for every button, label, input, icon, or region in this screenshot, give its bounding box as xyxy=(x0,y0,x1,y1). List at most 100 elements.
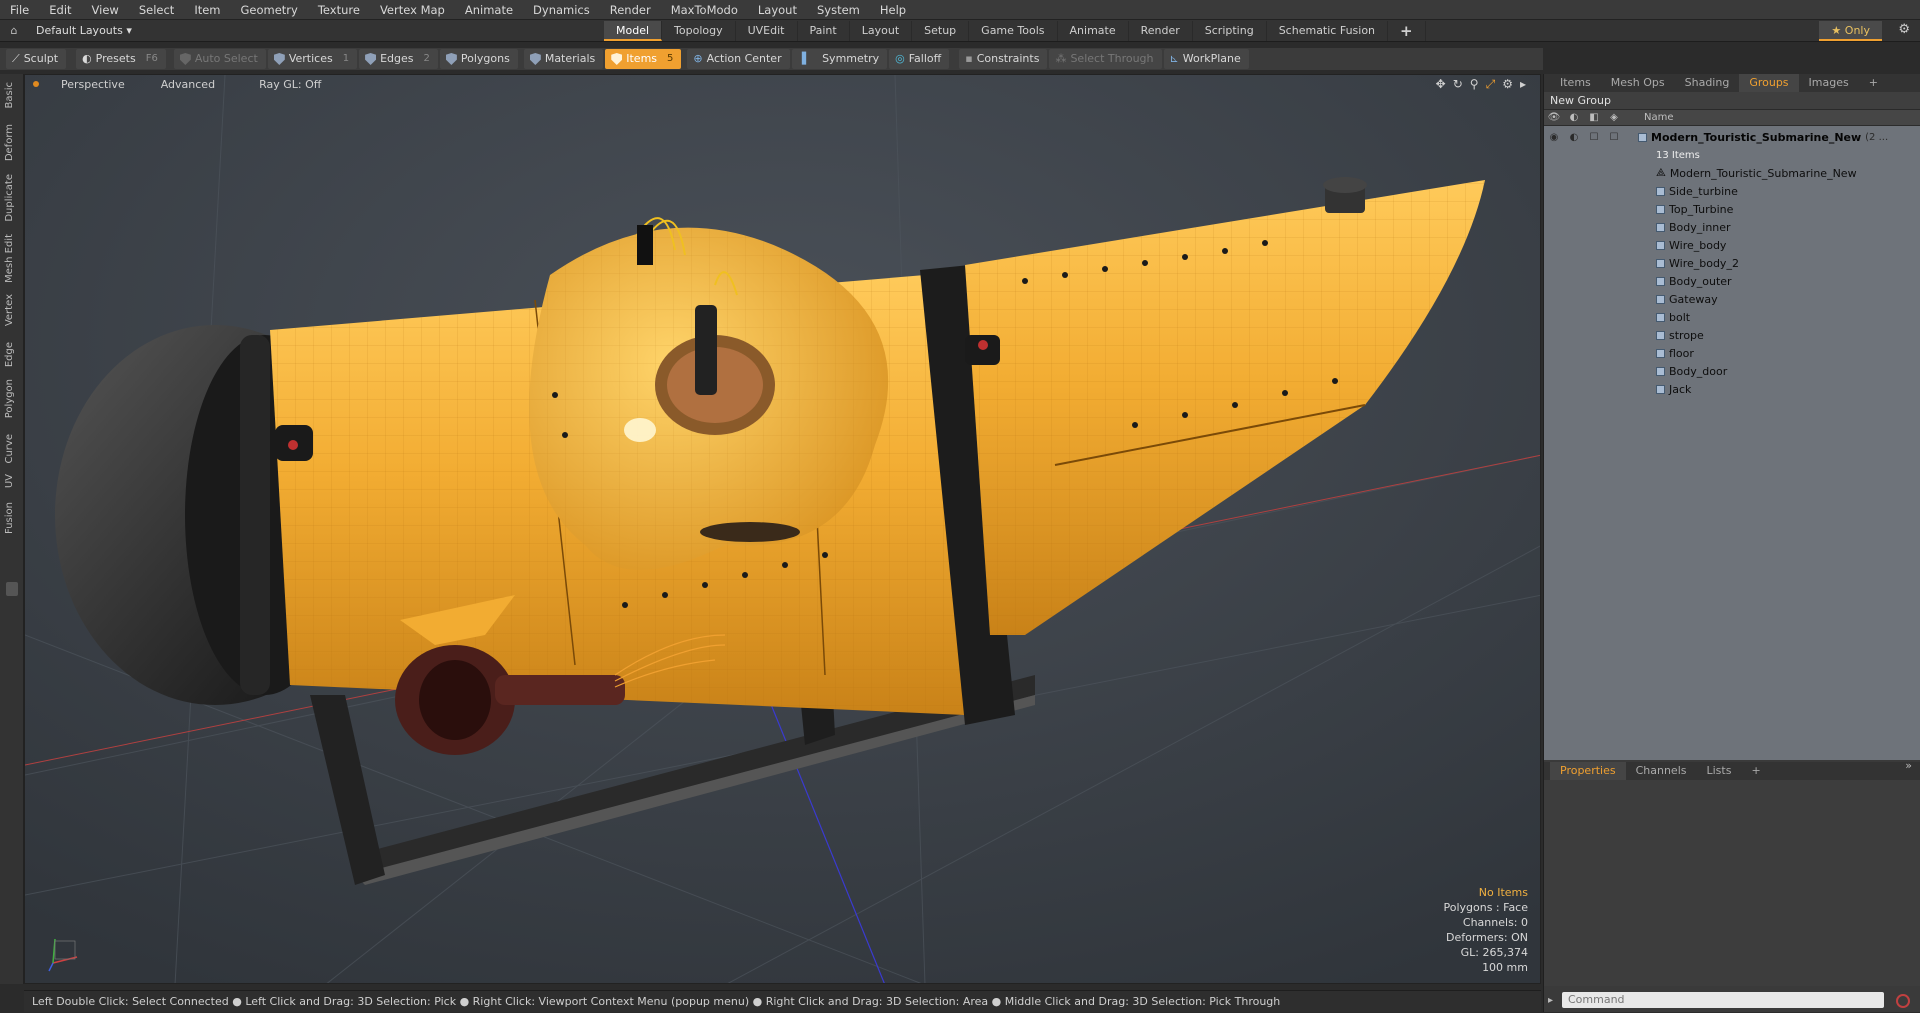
lock-icon[interactable]: ◐ xyxy=(1564,132,1584,143)
only-button[interactable]: ★ Only xyxy=(1819,21,1882,41)
list-item[interactable]: strope xyxy=(1544,326,1920,344)
select-through-button[interactable]: ⁂ Select Through xyxy=(1049,49,1162,69)
menu-texture[interactable]: Texture xyxy=(308,3,370,17)
tab-paint[interactable]: Paint xyxy=(798,21,850,41)
render-toggle[interactable]: ☐ xyxy=(1584,132,1604,143)
tab-mesh-edit[interactable]: Mesh Edit xyxy=(4,234,20,283)
list-item[interactable]: bolt xyxy=(1544,308,1920,326)
menu-layout[interactable]: Layout xyxy=(748,3,807,17)
tab-schematic-fusion[interactable]: Schematic Fusion xyxy=(1267,21,1389,41)
layouts-dropdown[interactable]: Default Layouts ▾ xyxy=(28,24,148,37)
menu-geometry[interactable]: Geometry xyxy=(231,3,308,17)
pan-icon[interactable]: ✥ xyxy=(1436,77,1446,92)
panel-tab-mesh-ops[interactable]: Mesh Ops xyxy=(1601,74,1675,92)
tab-edge[interactable]: Edge xyxy=(4,342,20,367)
add-tab-button[interactable]: + xyxy=(1388,21,1426,41)
menu-edit[interactable]: Edit xyxy=(39,3,81,17)
eye-column-icon[interactable]: 👁 xyxy=(1544,112,1564,123)
action-center-button[interactable]: ⊕ Action Center xyxy=(687,49,790,69)
bottom-add-tab-button[interactable]: + xyxy=(1741,762,1770,780)
menu-view[interactable]: View xyxy=(82,3,129,17)
list-item[interactable]: Jack xyxy=(1544,380,1920,398)
tab-duplicate[interactable]: Duplicate xyxy=(4,174,20,222)
auto-select-button[interactable]: Auto Select xyxy=(173,49,266,69)
tab-vertex[interactable]: Vertex xyxy=(4,294,20,326)
maximize-icon[interactable]: ⤢ xyxy=(1486,77,1496,92)
items-button[interactable]: Items 5 xyxy=(605,49,682,69)
tab-game-tools[interactable]: Game Tools xyxy=(969,21,1058,41)
workplane-button[interactable]: ⊾ WorkPlane xyxy=(1163,49,1249,69)
tab-uvedit[interactable]: UVEdit xyxy=(736,21,798,41)
edges-button[interactable]: Edges 2 xyxy=(359,49,438,69)
constraints-button[interactable]: ▪ Constraints xyxy=(959,49,1048,69)
tab-setup[interactable]: Setup xyxy=(912,21,970,41)
tab-basic[interactable]: Basic xyxy=(4,82,20,108)
panel-tab-items[interactable]: Items xyxy=(1550,74,1601,92)
panel-tab-channels[interactable]: Channels xyxy=(1626,762,1697,780)
viewport-settings-icon[interactable]: ⚙ xyxy=(1502,77,1513,92)
menu-animate[interactable]: Animate xyxy=(455,3,523,17)
panel-tab-groups[interactable]: Groups xyxy=(1739,74,1799,92)
tab-model[interactable]: Model xyxy=(604,21,663,41)
tab-animate[interactable]: Animate xyxy=(1058,21,1129,41)
name-column-header[interactable]: Name xyxy=(1644,112,1674,123)
visibility-eye-icon[interactable]: ◉ xyxy=(1544,132,1564,143)
view-perspective-dropdown[interactable]: Perspective xyxy=(43,78,143,91)
tab-scripting[interactable]: Scripting xyxy=(1193,21,1267,41)
collapse-handle[interactable] xyxy=(6,582,18,596)
tab-render[interactable]: Render xyxy=(1129,21,1193,41)
list-item[interactable]: ⟁ Modern_Touristic_Submarine_New xyxy=(1544,164,1920,182)
command-input[interactable]: Command xyxy=(1562,992,1884,1008)
polygons-button[interactable]: Polygons xyxy=(439,49,518,69)
falloff-button[interactable]: ◎ Falloff xyxy=(889,49,950,69)
materials-button[interactable]: Materials xyxy=(523,49,604,69)
list-item[interactable]: Body_outer xyxy=(1544,272,1920,290)
menu-select[interactable]: Select xyxy=(129,3,184,17)
list-item[interactable]: Side_turbine xyxy=(1544,182,1920,200)
home-icon[interactable]: ⌂ xyxy=(0,24,28,37)
lock-column-icon[interactable]: ◐ xyxy=(1564,112,1584,123)
gear-icon[interactable]: ⚙ xyxy=(1898,22,1910,37)
panel-add-tab-button[interactable]: + xyxy=(1859,74,1888,92)
tab-uv[interactable]: UV xyxy=(4,474,20,488)
raygl-dropdown[interactable]: Ray GL: Off xyxy=(241,78,339,91)
vertices-button[interactable]: Vertices 1 xyxy=(267,49,358,69)
list-item[interactable]: Gateway xyxy=(1544,290,1920,308)
tab-deform[interactable]: Deform xyxy=(4,124,20,161)
tab-curve[interactable]: Curve xyxy=(4,434,20,464)
rotate-icon[interactable]: ↻ xyxy=(1453,77,1463,92)
menu-dynamics[interactable]: Dynamics xyxy=(523,3,600,17)
tab-topology[interactable]: Topology xyxy=(662,21,736,41)
presets-button[interactable]: ◐ Presets F6 xyxy=(76,49,166,69)
list-item[interactable]: Body_inner xyxy=(1544,218,1920,236)
view-mode-dropdown[interactable]: Advanced xyxy=(143,78,233,91)
tab-fusion[interactable]: Fusion xyxy=(4,502,20,534)
select-column-icon[interactable]: ◈ xyxy=(1604,112,1624,123)
new-group-button[interactable]: New Group xyxy=(1544,92,1920,110)
tab-polygon[interactable]: Polygon xyxy=(4,379,20,418)
menu-file[interactable]: File xyxy=(0,3,39,17)
viewport-arrow-icon[interactable]: ▸ xyxy=(1520,77,1526,92)
tab-layout[interactable]: Layout xyxy=(850,21,913,41)
menu-maxtomodo[interactable]: MaxToModo xyxy=(661,3,748,17)
zoom-icon[interactable]: ⚲ xyxy=(1470,77,1479,92)
panel-tab-images[interactable]: Images xyxy=(1799,74,1859,92)
list-item[interactable]: Wire_body xyxy=(1544,236,1920,254)
panel-tab-shading[interactable]: Shading xyxy=(1675,74,1740,92)
tree-root-row[interactable]: ◉ ◐ ☐ ☐ Modern_Touristic_Submarine_New (… xyxy=(1544,128,1920,146)
list-item[interactable]: floor xyxy=(1544,344,1920,362)
list-item[interactable]: Wire_body_2 xyxy=(1544,254,1920,272)
menu-vertex-map[interactable]: Vertex Map xyxy=(370,3,455,17)
list-item[interactable]: Body_door xyxy=(1544,362,1920,380)
3d-viewport[interactable]: Perspective Advanced Ray GL: Off ✥ ↻ ⚲ ⤢… xyxy=(24,74,1541,984)
viewport-menu-dot[interactable] xyxy=(33,81,39,87)
list-item[interactable]: Top_Turbine xyxy=(1544,200,1920,218)
menu-render[interactable]: Render xyxy=(600,3,661,17)
panel-tab-properties[interactable]: Properties xyxy=(1550,762,1626,780)
sculpt-button[interactable]: ⟋ Sculpt xyxy=(6,49,67,69)
menu-help[interactable]: Help xyxy=(870,3,916,17)
menu-system[interactable]: System xyxy=(807,3,870,17)
command-record-button[interactable] xyxy=(1896,994,1910,1008)
render-column-icon[interactable]: ◧ xyxy=(1584,112,1604,123)
menu-item[interactable]: Item xyxy=(184,3,230,17)
